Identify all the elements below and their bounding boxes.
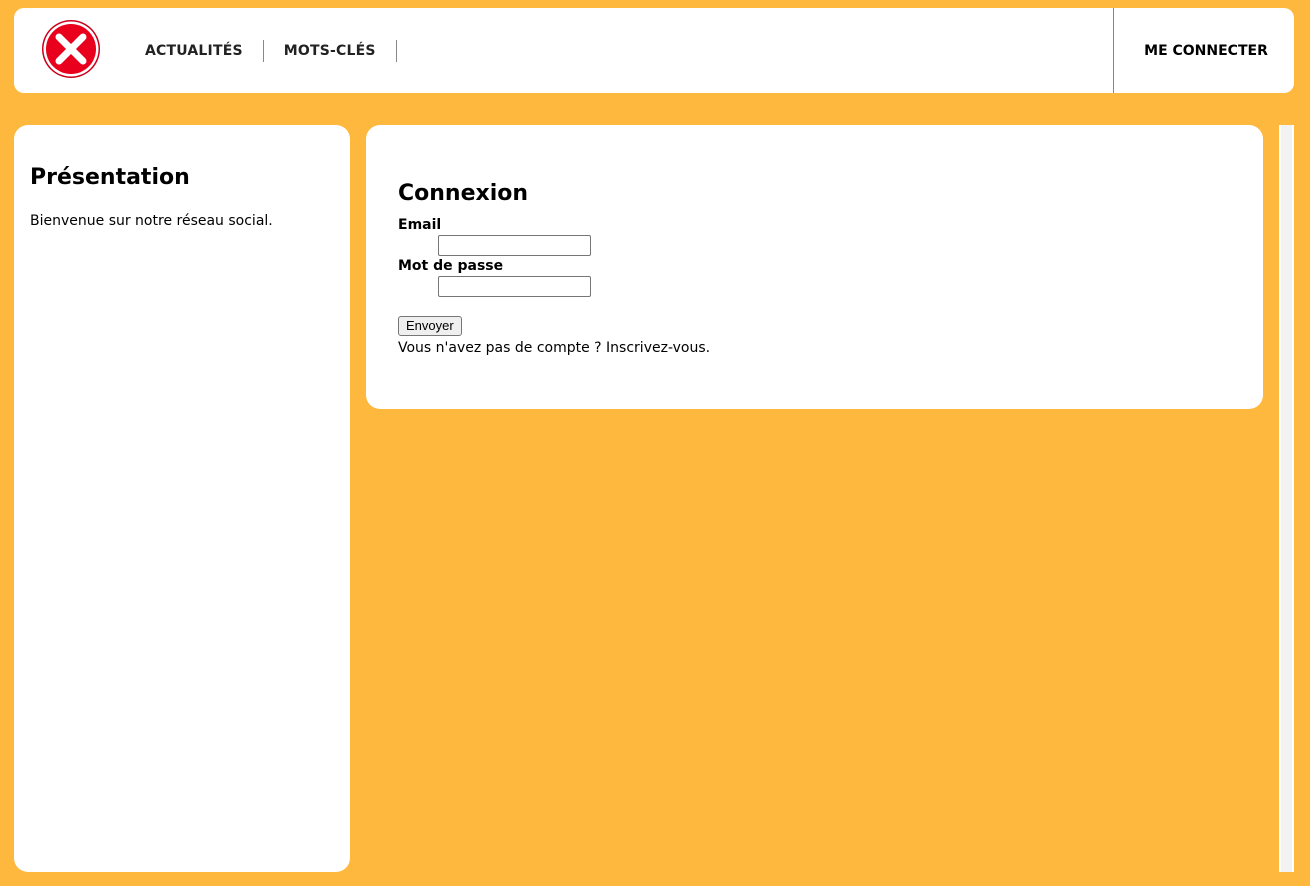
sidebar-panel: Présentation Bienvenue sur notre réseau …: [14, 125, 350, 872]
main-nav: ACTUALITÉS MOTS-CLÉS: [125, 40, 397, 62]
site-header: ACTUALITÉS MOTS-CLÉS ME CONNECTER: [14, 8, 1294, 93]
signup-prompt: Vous n'avez pas de compte ? Inscrivez-vo…: [398, 338, 1231, 358]
password-field[interactable]: [438, 276, 591, 297]
sidebar-text: Bienvenue sur notre réseau social.: [30, 213, 273, 229]
nav-link-mots-cles[interactable]: MOTS-CLÉS: [264, 40, 397, 62]
right-panel-inner: [1281, 125, 1292, 872]
email-label: Email: [398, 217, 442, 233]
email-field[interactable]: [438, 235, 591, 256]
login-area: ME CONNECTER: [1113, 8, 1294, 93]
submit-button[interactable]: Envoyer: [398, 316, 462, 336]
red-x-icon[interactable]: [41, 19, 101, 79]
right-panel-strip: [1279, 125, 1294, 872]
page-title: Connexion: [398, 181, 529, 206]
nav-link-actualites[interactable]: ACTUALITÉS: [125, 40, 264, 62]
sidebar-title: Présentation: [30, 165, 190, 190]
login-panel: Connexion Email Mot de passe Envoyer Vou…: [366, 125, 1263, 409]
login-link[interactable]: ME CONNECTER: [1140, 43, 1268, 59]
signup-link[interactable]: Vous n'avez pas de compte ? Inscrivez-vo…: [398, 340, 710, 356]
password-label: Mot de passe: [398, 258, 504, 274]
login-form: Email Mot de passe Envoyer: [398, 215, 1231, 336]
